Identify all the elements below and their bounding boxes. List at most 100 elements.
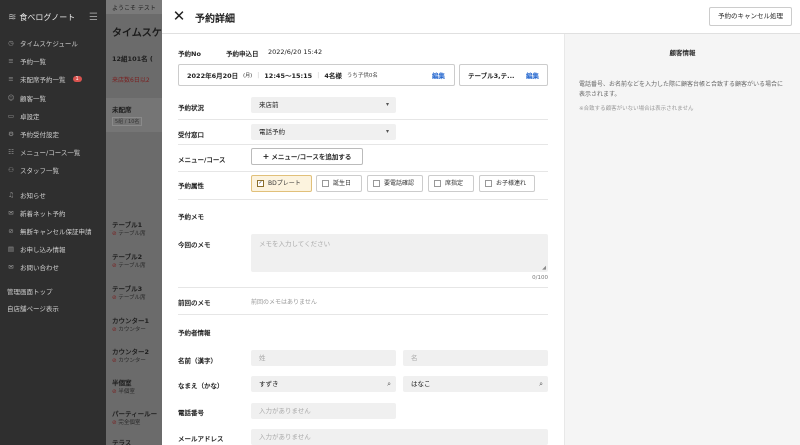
bell-icon: ♫ xyxy=(8,190,14,199)
phone-input[interactable]: 入力がありません xyxy=(251,403,396,419)
sidebar-item-seats[interactable]: ▭ 卓設定 xyxy=(0,107,106,125)
sidebar-item-net-reservations[interactable]: ✉ 新着ネット予約 xyxy=(0,204,106,222)
attribute-phone-confirm[interactable]: 要電話確認 xyxy=(367,175,423,192)
applied-date-label: 予約申込日 xyxy=(226,50,259,58)
assigned-table: テーブル3,テ... xyxy=(468,72,515,80)
customer-info-description: 電話番号、お名前などを入力した際に顧客台帳と合致する顧客がいる場合に表示されます… xyxy=(579,81,784,98)
sidebar-item-no-show-guarantee[interactable]: ⊘ 無断キャンセル保証申請 xyxy=(0,222,106,240)
sidebar-item-label: 予約一覧 xyxy=(20,58,46,67)
sidebar-item-reservations[interactable]: ≡ 予約一覧 xyxy=(0,52,106,70)
email-input[interactable]: 入力がありません xyxy=(251,429,548,445)
sidebar-item-application-info[interactable]: ▤ お申し込み情報 xyxy=(0,240,106,258)
table-status: ⊘ テーブル席 xyxy=(112,293,162,301)
checkbox-icon xyxy=(373,180,380,187)
table-row[interactable]: カウンター2 ⊘ カウンター xyxy=(106,346,162,364)
memo-char-counter: 0/100 xyxy=(532,275,548,281)
sidebar-item-customers[interactable]: ☺ 顧客一覧 xyxy=(0,89,106,107)
attribute-label: お子様連れ xyxy=(496,180,527,187)
cancel-icon: ⊘ xyxy=(8,226,14,235)
divider xyxy=(178,119,548,120)
table-name: カウンター1 xyxy=(112,317,150,325)
attribute-with-children[interactable]: お子様連れ xyxy=(479,175,535,192)
children-count: うち子供0名 xyxy=(346,73,378,79)
sidebar-item-label: 顧客一覧 xyxy=(20,94,46,103)
last-name-kana-input[interactable]: すずき ⌕ xyxy=(251,376,396,392)
admin-top-link[interactable]: 管理画面トップ xyxy=(0,282,106,299)
unassigned-block[interactable]: 未配席 5組 / 10名 xyxy=(106,98,162,132)
menu-icon: ☷ xyxy=(8,148,14,157)
name-kanji-label: 名前（漢字） xyxy=(178,357,217,365)
table-row[interactable]: パーティールー ⊘ 完全個室 xyxy=(106,408,162,426)
table-status: ⊘ テーブル席 xyxy=(112,261,162,269)
channel-value: 電話予約 xyxy=(259,128,285,136)
table-row[interactable]: カウンター1 ⊘ カウンター xyxy=(106,315,162,333)
memo-section-title: 予約メモ xyxy=(178,213,204,221)
table-name: パーティールー xyxy=(112,410,158,418)
first-name-kana-input[interactable]: はなこ ⌕ xyxy=(403,376,548,392)
channel-select[interactable]: 電話予約 ▾ xyxy=(251,124,396,140)
table-row[interactable]: テーブル1 ⊘ テーブル席 xyxy=(106,219,162,237)
attribute-label: 席指定 xyxy=(445,180,464,187)
store-page-link[interactable]: 自店舗ページ表示 xyxy=(0,299,106,316)
add-menu-course-label: メニュー/コースを追加する xyxy=(271,153,352,161)
reservation-weekday: (月) xyxy=(243,72,253,79)
sidebar-item-reservation-settings[interactable]: ⚙ 予約受付設定 xyxy=(0,125,106,143)
edit-table-link[interactable]: 編集 xyxy=(526,70,539,80)
reservation-detail-modal: ✕ 予約詳細 予約のキャンセル処理 予約No 予約申込日 2022/6/20 1… xyxy=(162,0,800,445)
staff-icon: ⚇ xyxy=(8,166,14,175)
cancel-reservation-button[interactable]: 予約のキャンセル処理 xyxy=(709,7,792,26)
table-row[interactable]: 半個室 ⊘ 半個室 xyxy=(106,377,162,395)
table-status: ⊘ カウンター xyxy=(112,356,162,364)
previous-memo-label: 前回のメモ xyxy=(178,299,211,307)
divider xyxy=(178,314,548,315)
table-status: ⊘ カウンター xyxy=(112,325,162,333)
no-entry-icon: ⊘ xyxy=(112,295,117,301)
table-row[interactable]: テーブル2 ⊘ テーブル席 xyxy=(106,251,162,269)
logo-icon: ≋ xyxy=(8,11,17,23)
sidebar-item-time-schedule[interactable]: ◷ タイムスケジュール xyxy=(0,34,106,52)
sidebar-item-label: スタッフ一覧 xyxy=(20,167,59,176)
current-memo-textarea[interactable]: メモを入力してください ◢ xyxy=(251,234,548,272)
table-row[interactable]: テーブル3 ⊘ テーブル席 xyxy=(106,283,162,301)
status-select[interactable]: 来店前 ▾ xyxy=(251,97,396,113)
brand-name: 食べログノート xyxy=(19,12,76,22)
no-entry-icon: ⊘ xyxy=(112,263,117,269)
booker-section-title: 予約者情報 xyxy=(178,329,211,337)
user-icon: ☺ xyxy=(7,93,15,102)
edit-datetime-link[interactable]: 編集 xyxy=(432,70,445,80)
sidebar-item-notices[interactable]: ♫ お知らせ xyxy=(0,186,106,204)
search-icon[interactable]: ⌕ xyxy=(539,376,543,392)
close-icon[interactable]: ✕ xyxy=(171,8,187,24)
hamburger-icon[interactable]: ☰ xyxy=(89,12,98,23)
checkbox-icon xyxy=(434,180,441,187)
table-name: テーブル1 xyxy=(112,221,143,229)
checkbox-icon xyxy=(322,180,329,187)
attribute-birthday[interactable]: 誕生日 xyxy=(316,175,362,192)
attribute-seat-request[interactable]: 席指定 xyxy=(428,175,474,192)
sidebar-item-unassigned[interactable]: ≡ 未配席予約一覧 1 xyxy=(0,70,106,88)
attribute-bd-plate[interactable]: ✓ BDプレート xyxy=(251,175,312,192)
background-schedule: ようこそ テスト タイムスケ 12組101名 ( 来店数6日以2 未配席 5組 … xyxy=(106,0,162,445)
name-kana-label: なまえ（かな） xyxy=(178,382,224,390)
table-status: ⊘ テーブル席 xyxy=(112,229,162,237)
table-status-label: テーブル席 xyxy=(118,231,146,237)
checkbox-icon xyxy=(485,180,492,187)
sidebar-item-label: タイムスケジュール xyxy=(20,40,78,49)
brand-logo[interactable]: ≋ 食べログノート ☰ xyxy=(0,0,106,34)
table-row[interactable]: テラス xyxy=(106,437,162,445)
sidebar-item-staff[interactable]: ⚇ スタッフ一覧 xyxy=(0,161,106,179)
welcome-text: ようこそ テスト xyxy=(106,0,162,14)
divider xyxy=(178,171,548,172)
first-name-input[interactable]: 名 xyxy=(403,350,548,366)
seat-icon: ▭ xyxy=(7,111,15,120)
sidebar-item-contact[interactable]: ✉ お問い合わせ xyxy=(0,258,106,276)
resize-grip-icon[interactable]: ◢ xyxy=(542,265,546,271)
email-label: メールアドレス xyxy=(178,435,224,443)
last-name-input[interactable]: 姓 xyxy=(251,350,396,366)
customer-info-panel: 顧客情報 電話番号、お名前などを入力した際に顧客台帳と合致する顧客がいる場合に表… xyxy=(564,34,800,445)
table-name: 半個室 xyxy=(112,379,132,387)
sidebar-item-menu-course[interactable]: ☷ メニュー/コース一覧 xyxy=(0,143,106,161)
add-menu-course-button[interactable]: + メニュー/コースを追加する xyxy=(251,148,363,165)
plus-icon: + xyxy=(262,152,270,161)
search-icon[interactable]: ⌕ xyxy=(387,376,391,392)
